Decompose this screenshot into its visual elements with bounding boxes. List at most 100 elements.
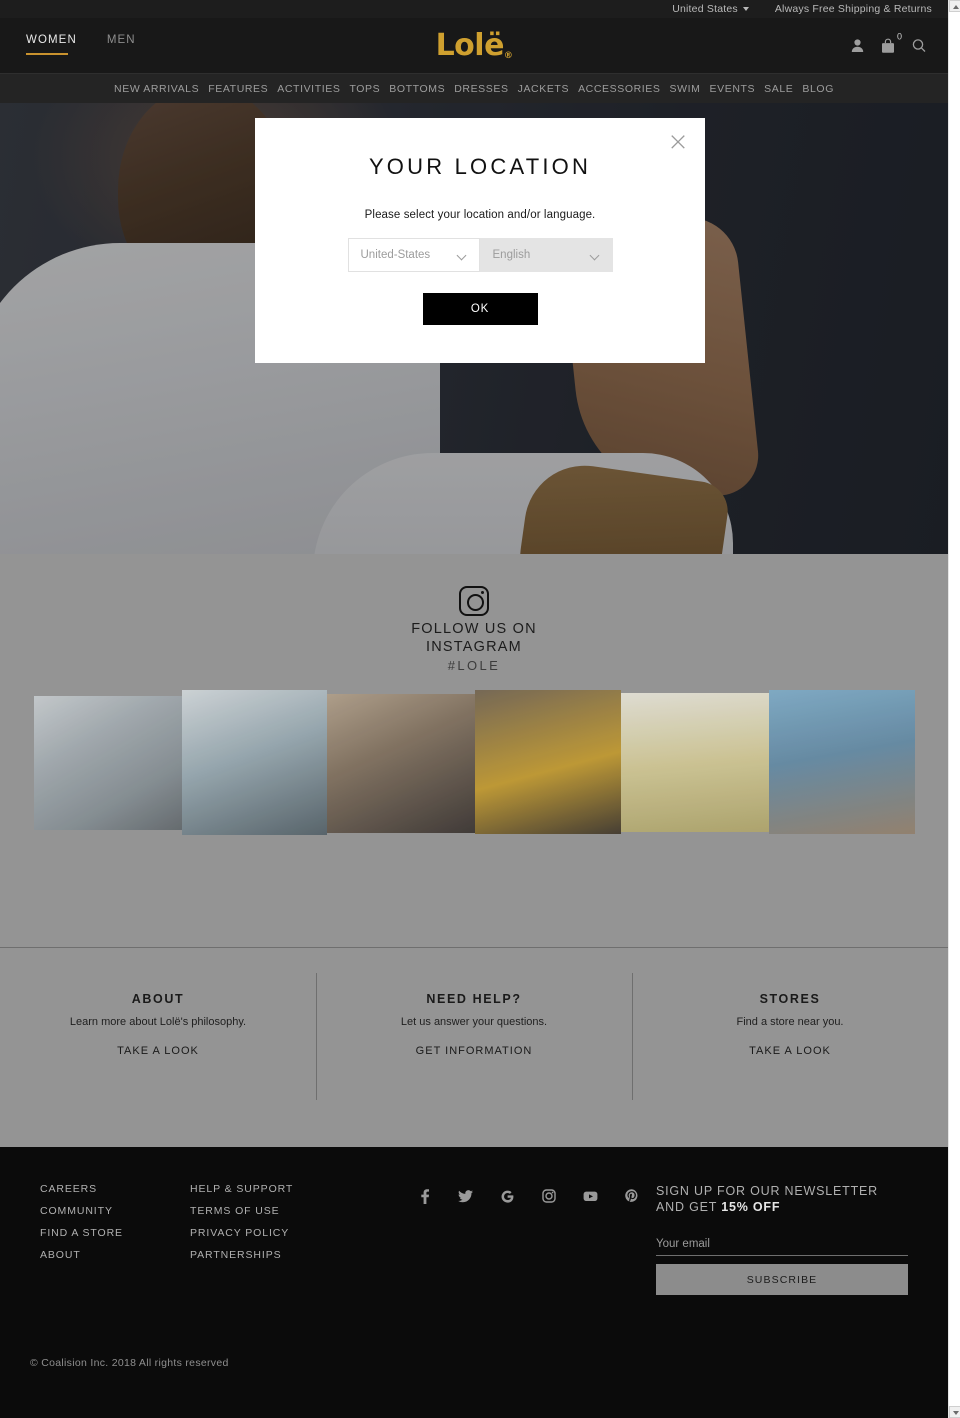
info-link-help[interactable]: GET INFORMATION	[416, 1045, 533, 1057]
footer-link-terms-of-use[interactable]: TERMS OF USE	[190, 1205, 340, 1217]
site-logo[interactable]: Lolë®	[435, 27, 513, 63]
google-icon[interactable]	[500, 1189, 515, 1204]
close-icon[interactable]: ×	[665, 129, 691, 156]
modal-subtitle: Please select your location and/or langu…	[364, 209, 596, 221]
instagram-photo[interactable]	[34, 696, 182, 830]
search-icon[interactable]	[912, 39, 926, 53]
tab-women[interactable]: WOMEN	[26, 32, 77, 59]
catnav-item-sale[interactable]: SALE	[764, 83, 793, 95]
info-column-stores: STORES Find a store near you. TAKE A LOO…	[632, 973, 948, 1147]
catnav-item-dresses[interactable]: DRESSES	[454, 83, 508, 95]
footer-inner: CAREERS COMMUNITY FIND A STORE ABOUT HELP &…	[0, 1147, 948, 1295]
instagram-follow-line1: FOLLOW US ON	[411, 621, 537, 637]
registered-mark: ®	[503, 50, 513, 61]
footer-link-community[interactable]: COMMUNITY	[40, 1205, 190, 1217]
country-selector[interactable]: United States	[672, 3, 749, 15]
instagram-photo[interactable]	[182, 690, 327, 835]
footer-link-about[interactable]: ABOUT	[40, 1249, 190, 1261]
instagram-section: FOLLOW US ON INSTAGRAM #LOLE	[0, 554, 948, 947]
country-select-value: United-States	[360, 249, 431, 261]
footer-link-find-a-store[interactable]: FIND A STORE	[40, 1227, 190, 1239]
catnav-item-new-arrivals[interactable]: NEW ARRIVALS	[114, 83, 199, 95]
newsletter-title-line2: AND GET 15% OFF	[656, 1199, 908, 1215]
shipping-notice-label: Always Free Shipping & Returns	[774, 3, 932, 15]
page-scrollbar[interactable]	[948, 0, 960, 1418]
country-select[interactable]: United-States	[347, 238, 480, 272]
footer-link-help-support[interactable]: HELP & SUPPORT	[190, 1183, 340, 1195]
scroll-up-arrow-icon[interactable]	[949, 0, 960, 12]
newsletter-title-line1: SIGN UP FOR OUR NEWSLETTER	[656, 1184, 878, 1198]
instagram-photo[interactable]	[327, 694, 475, 833]
info-description: Let us answer your questions.	[400, 1016, 548, 1028]
country-selector-label: United States	[672, 3, 738, 15]
category-nav: NEW ARRIVALS FEATURES ACTIVITIES TOPS BOTTOM…	[0, 73, 948, 103]
ok-button[interactable]: OK	[422, 293, 538, 325]
info-link-about[interactable]: TAKE A LOOK	[117, 1045, 199, 1057]
instagram-hashtag: #LOLE	[447, 658, 501, 673]
location-modal: × YOUR LOCATION Please select your locat…	[255, 118, 705, 363]
info-title: ABOUT	[131, 992, 185, 1006]
info-title: NEED HELP?	[426, 992, 522, 1006]
newsletter-title-line2-pre: AND GET	[656, 1200, 722, 1214]
info-link-stores[interactable]: TAKE A LOOK	[749, 1045, 831, 1057]
tab-women-label: WOMEN	[26, 34, 77, 46]
instagram-photo[interactable]	[769, 690, 915, 834]
youtube-icon[interactable]	[583, 1189, 598, 1203]
info-columns: ABOUT Learn more about Lolë's philosophy…	[0, 947, 948, 1147]
subscribe-button[interactable]: SUBSCRIBE	[656, 1264, 908, 1295]
catnav-item-swim[interactable]: SWIM	[670, 83, 701, 95]
catnav-item-tops[interactable]: TOPS	[349, 83, 380, 95]
page-content: United States Always Free Shipping & Ret…	[0, 0, 948, 1418]
info-column-help: NEED HELP? Let us answer your questions.…	[316, 973, 632, 1147]
chevron-down-icon	[456, 250, 466, 261]
scroll-down-arrow-icon[interactable]	[949, 1406, 960, 1418]
catnav-item-activities[interactable]: ACTIVITIES	[277, 83, 340, 95]
shipping-notice: Always Free Shipping & Returns	[775, 3, 932, 15]
footer-link-careers[interactable]: CAREERS	[40, 1183, 190, 1195]
newsletter-title: SIGN UP FOR OUR NEWSLETTER AND GET 15% O…	[656, 1183, 908, 1215]
instagram-follow-line2: INSTAGRAM	[426, 639, 522, 655]
tab-men[interactable]: MEN	[107, 32, 136, 59]
site-logo-text: Lolë	[435, 27, 505, 63]
page-root: United States Always Free Shipping & Ret…	[0, 0, 960, 1418]
cart-icon[interactable]: 0	[881, 31, 902, 53]
instagram-photo[interactable]	[475, 690, 621, 834]
social-links	[418, 1189, 638, 1295]
footer-link-column-2: HELP & SUPPORT TERMS OF USE PRIVACY POLICY…	[190, 1183, 340, 1295]
email-field[interactable]	[656, 1228, 908, 1256]
tab-men-label: MEN	[106, 34, 136, 46]
account-icon[interactable]	[851, 39, 864, 53]
info-column-about: ABOUT Learn more about Lolë's philosophy…	[0, 992, 316, 1147]
catnav-item-bottoms[interactable]: BOTTOMS	[389, 83, 445, 95]
header-icon-group: 0	[851, 31, 926, 53]
modal-select-group: United-States English	[255, 238, 705, 272]
catnav-item-accessories[interactable]: ACCESSORIES	[578, 83, 660, 95]
instagram-photo[interactable]	[621, 693, 769, 832]
footer-link-privacy-policy[interactable]: PRIVACY POLICY	[190, 1227, 340, 1239]
catnav-item-blog[interactable]: BLOG	[802, 83, 834, 95]
catnav-item-events[interactable]: EVENTS	[710, 83, 756, 95]
footer-link-column-1: CAREERS COMMUNITY FIND A STORE ABOUT	[40, 1183, 190, 1295]
gender-tabs: WOMEN MEN	[0, 32, 136, 59]
facebook-icon[interactable]	[418, 1189, 431, 1204]
site-footer: CAREERS COMMUNITY FIND A STORE ABOUT HELP &…	[0, 1147, 948, 1418]
pinterest-icon[interactable]	[625, 1189, 638, 1204]
catnav-item-jackets[interactable]: JACKETS	[518, 83, 569, 95]
twitter-icon[interactable]	[458, 1189, 473, 1204]
instagram-photo-strip	[34, 690, 915, 835]
newsletter-discount: 15% OFF	[721, 1200, 781, 1214]
newsletter-signup: SIGN UP FOR OUR NEWSLETTER AND GET 15% O…	[656, 1183, 908, 1295]
site-header: WOMEN MEN Lolë® 0	[0, 18, 948, 73]
footer-link-partnerships[interactable]: PARTNERSHIPS	[190, 1249, 340, 1261]
language-select[interactable]: English	[479, 238, 613, 272]
catnav-item-features[interactable]: FEATURES	[208, 83, 268, 95]
utility-bar: United States Always Free Shipping & Ret…	[0, 0, 948, 18]
footer-link-columns: CAREERS COMMUNITY FIND A STORE ABOUT HELP &…	[40, 1183, 340, 1295]
instagram-icon[interactable]	[542, 1189, 556, 1203]
info-title: STORES	[759, 992, 821, 1006]
copyright-text: © Coalision Inc. 2018 All rights reserve…	[30, 1357, 229, 1369]
instagram-icon	[459, 586, 489, 616]
instagram-header: FOLLOW US ON INSTAGRAM #LOLE	[0, 586, 948, 673]
info-description: Find a store near you.	[736, 1016, 844, 1028]
info-description: Learn more about Lolë's philosophy.	[69, 1016, 247, 1028]
